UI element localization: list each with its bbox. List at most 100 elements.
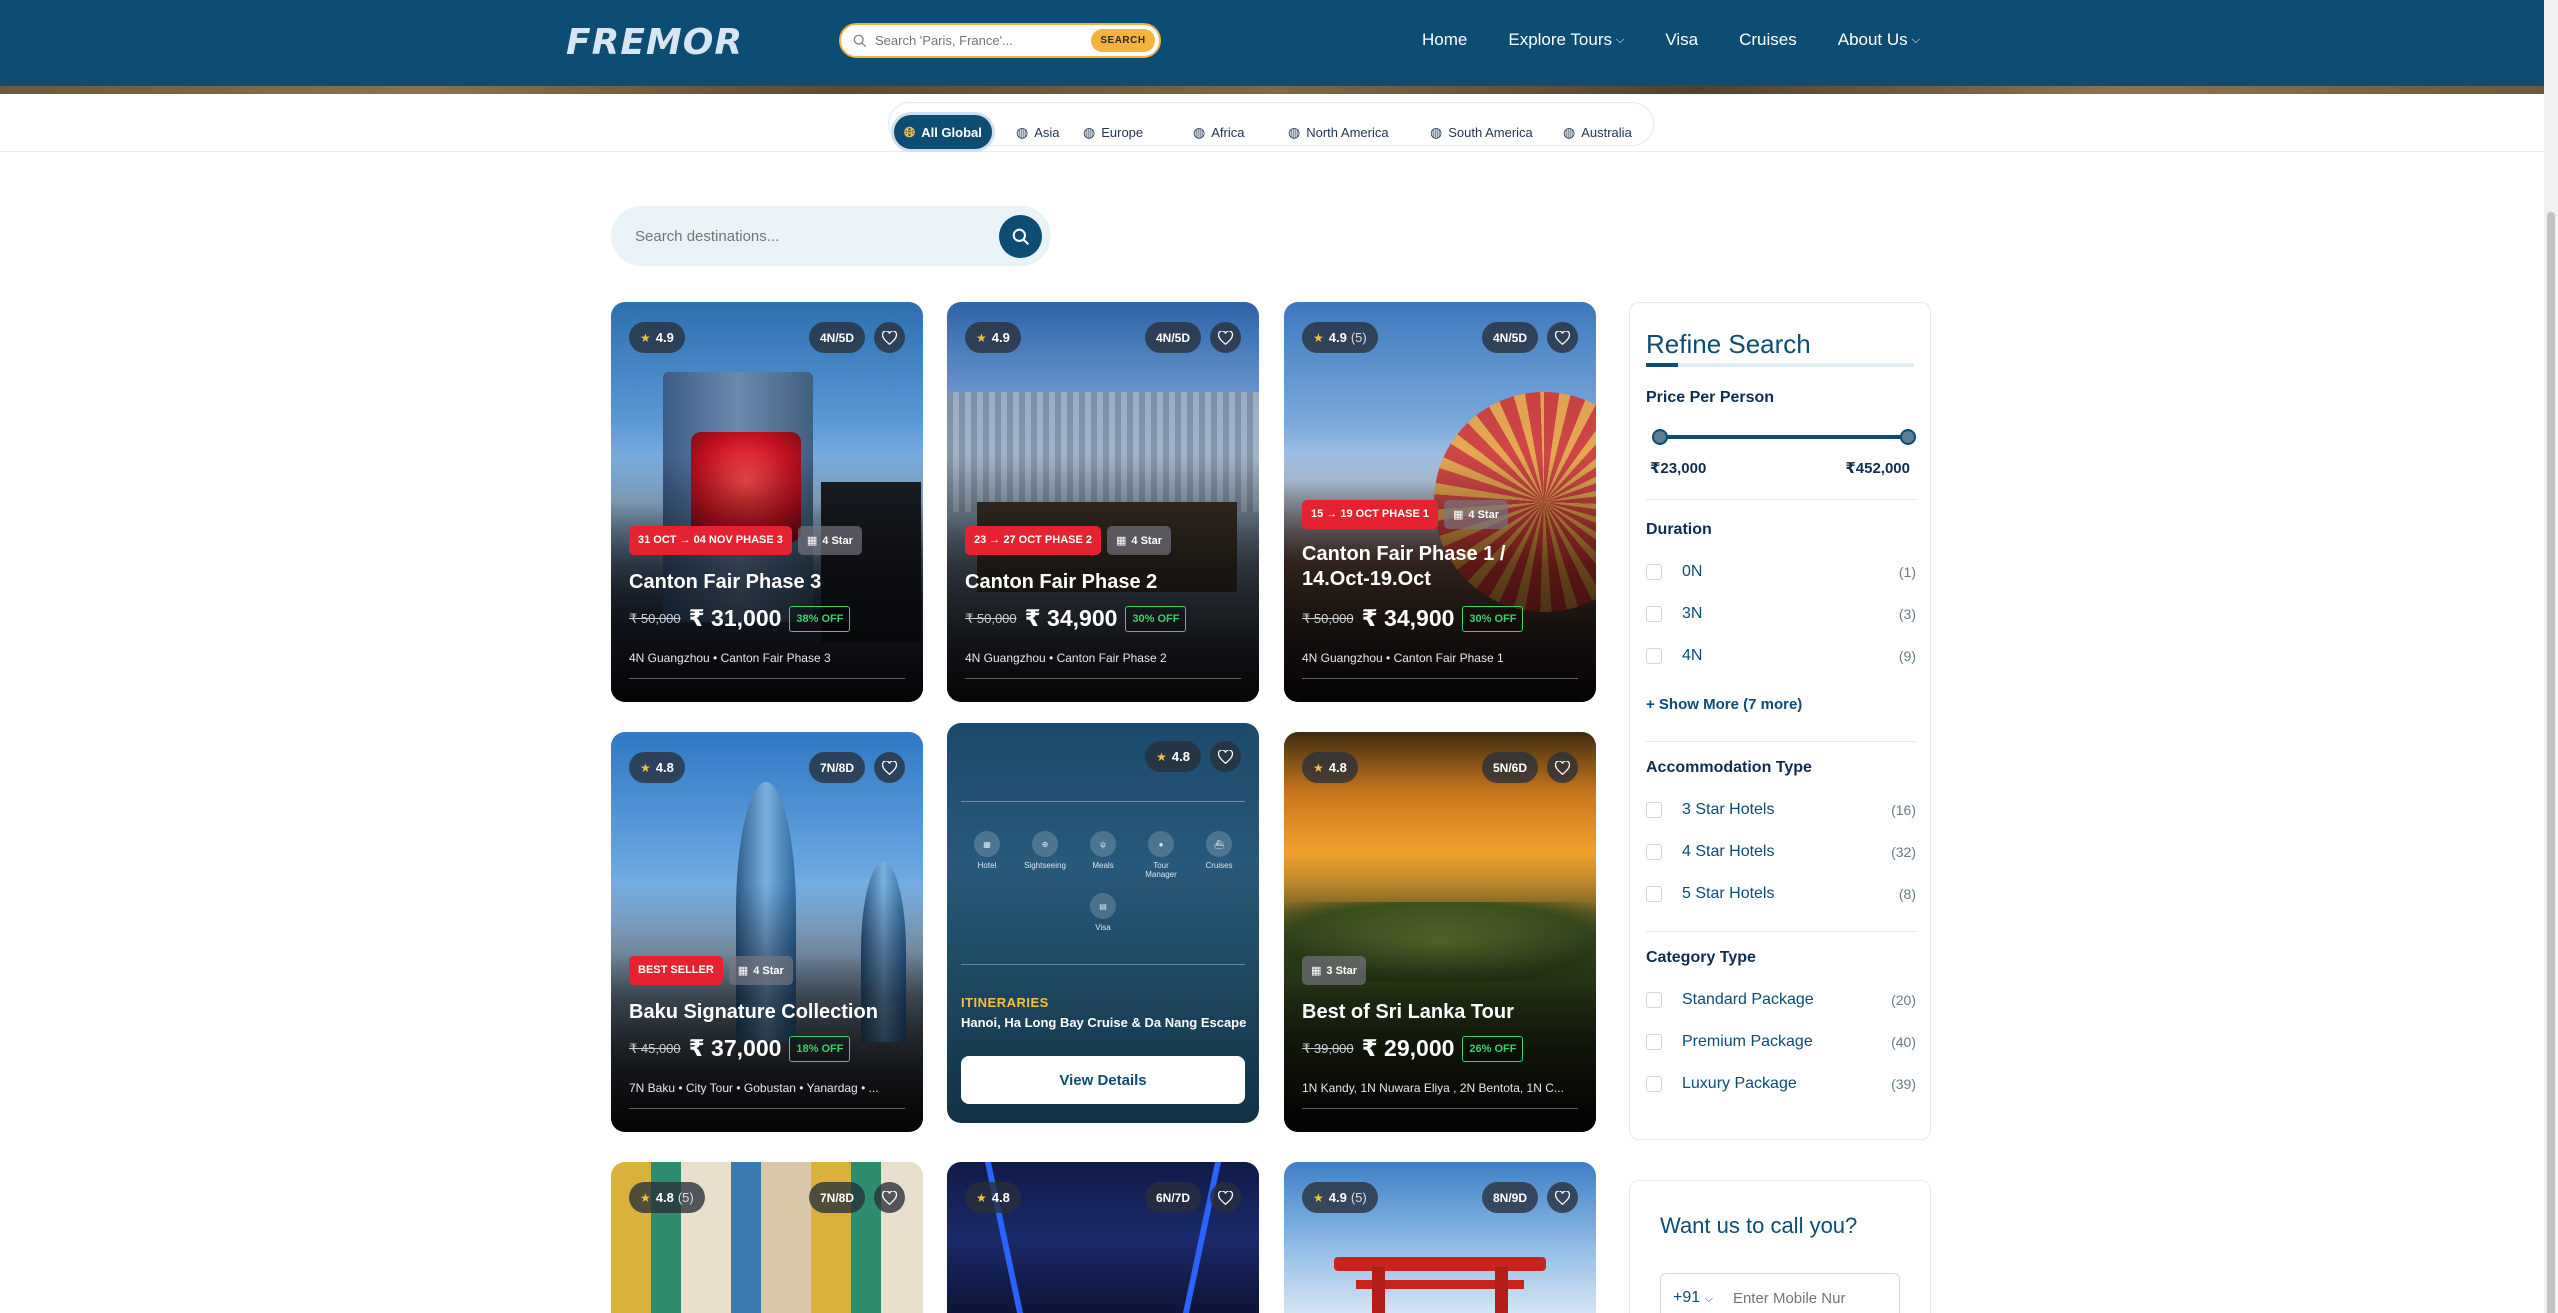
original-price: ₹ 50,000 [629,610,681,626]
site-header: FREMOR SEARCH Home Explore Tours⌵ Visa C… [0,0,2544,88]
accommodation-option[interactable]: 3 Star Hotels (16) [1646,799,1916,821]
tour-card[interactable]: ★ 4.8 5N/6D ▦ 3 Star Best of Sri Lanka Tou… [1284,732,1596,1132]
wishlist-button[interactable] [1547,1182,1578,1213]
duration-option[interactable]: 0N (1) [1646,561,1916,583]
original-price: ₹ 45,000 [629,1040,681,1056]
tab-south-america[interactable]: ◍ South America [1420,115,1543,149]
duration-badge: 7N/8D [808,752,865,783]
sale-price: ₹ 37,000 [688,1035,782,1061]
tour-card[interactable]: ★ 4.8 7N/8D BEST SELLER ▦ 4 Star Baku Sign… [611,732,923,1132]
duration-option[interactable]: 3N (3) [1646,603,1916,625]
heart-icon [882,760,897,775]
tour-route: 4N Guangzhou • Canton Fair Phase 2 [965,651,1167,665]
wishlist-button[interactable] [1210,322,1241,353]
region-tabs: 🌐︎ All Global ◍ Asia ◍ Europe ◍ Africa ◍ Nort… [888,102,1654,149]
refine-title: Refine Search [1646,329,1811,359]
price-max-value: ₹452,000 [1845,460,1910,477]
tab-europe[interactable]: ◍ Europe [1073,115,1153,149]
hotel-badge: ▦ 4 Star [797,526,862,555]
duration-filter-title: Duration [1646,521,1712,538]
header-search-input[interactable] [875,33,1083,48]
tab-all-global[interactable]: 🌐︎ All Global [894,115,992,149]
checkbox[interactable] [1646,648,1662,664]
globe-icon: ◍ [1193,123,1206,140]
duration-badge: 6N/7D [1144,1182,1201,1213]
category-option[interactable]: Luxury Package (39) [1646,1073,1916,1095]
checkbox[interactable] [1646,606,1662,622]
page-scrollbar[interactable] [2544,0,2558,1313]
duration-option[interactable]: 4N (9) [1646,645,1916,667]
price-range-slider[interactable] [1652,429,1916,445]
destination-search [611,206,1051,266]
globe-icon: ◍ [1016,123,1029,140]
tour-card[interactable]: ★ 4.9 (5) 8N/9D [1284,1162,1596,1313]
inclusion-hotel: ▦ Hotel [969,831,1005,879]
checkbox[interactable] [1646,1076,1662,1092]
building-icon: ▦ [1116,535,1127,547]
globe-icon: ◍ [1430,123,1443,140]
destination-search-input[interactable] [635,227,965,245]
hotel-icon: ▦ [974,831,1000,857]
show-more-link[interactable]: + Show More (7 more) [1646,696,1802,713]
rating-badge: ★ 4.8 [965,1182,1021,1213]
destination-search-button[interactable] [999,215,1042,258]
tour-card[interactable]: ★ 4.9 4N/5D 31 OCT → 04 NOV PHASE 3 ▦ 4 St… [611,302,923,702]
tour-card[interactable]: ★ 4.8 (5) 7N/8D [611,1162,923,1313]
heart-icon [1218,749,1233,764]
tour-card[interactable]: ★ 4.9 (5) 4N/5D 15 → 19 OCT PHASE 1 ▦ 4 Sta… [1284,302,1596,702]
scrollbar-thumb[interactable] [2547,212,2555,1313]
sale-price: ₹ 29,000 [1361,1035,1455,1061]
wishlist-button[interactable] [874,1182,905,1213]
mobile-number-input[interactable] [1732,1289,1883,1307]
checkbox[interactable] [1646,886,1662,902]
category-option[interactable]: Premium Package (40) [1646,1031,1916,1053]
wishlist-button[interactable] [1547,752,1578,783]
nav-home[interactable]: Home [1422,30,1467,50]
tab-australia[interactable]: ◍ Australia [1553,115,1642,149]
accommodation-option[interactable]: 5 Star Hotels (8) [1646,883,1916,905]
checkbox[interactable] [1646,802,1662,818]
tour-card-itinerary[interactable]: ★ 4.8 ▦ Hotel ⊕ Sightseeing ψ Meals ● Tour Ma… [947,723,1259,1123]
region-filter-bar: 🌐︎ All Global ◍ Asia ◍ Europe ◍ Africa ◍ Nort… [0,94,2544,152]
checkbox[interactable] [1646,564,1662,580]
accommodation-filter-title: Accommodation Type [1646,759,1812,776]
date-badge: 15 → 19 OCT PHASE 1 [1302,500,1438,529]
price-max-handle[interactable] [1900,429,1916,445]
nav-cruises[interactable]: Cruises [1739,30,1797,50]
itinerary-description: Hanoi, Ha Long Bay Cruise & Da Nang Esca… [961,1015,1247,1030]
tour-card[interactable]: ★ 4.8 6N/7D [947,1162,1259,1313]
accommodation-option[interactable]: 4 Star Hotels (32) [1646,841,1916,863]
sale-price: ₹ 34,900 [1024,605,1118,631]
tab-north-america[interactable]: ◍ North America [1278,115,1399,149]
price-min-handle[interactable] [1652,429,1668,445]
building-icon: ▦ [737,965,749,977]
checkbox[interactable] [1646,992,1662,1008]
nav-visa[interactable]: Visa [1665,30,1698,50]
tour-card[interactable]: ★ 4.9 4N/5D 23 → 27 OCT PHASE 2 ▦ 4 Star C… [947,302,1259,702]
wishlist-button[interactable] [1547,322,1578,353]
wishlist-button[interactable] [1210,741,1241,772]
search-icon [1012,228,1029,245]
rating-badge: ★ 4.9 [965,322,1021,353]
tab-asia[interactable]: ◍ Asia [1006,115,1070,149]
view-details-button[interactable]: View Details [961,1056,1245,1104]
header-search-button[interactable]: SEARCH [1091,29,1155,52]
rating-badge: ★ 4.8 [1302,752,1358,783]
country-code-select[interactable]: +91 ⌵ [1673,1289,1713,1307]
site-logo[interactable]: FREMOR [566,22,743,63]
sale-price: ₹ 31,000 [688,605,782,631]
nav-about-us[interactable]: About Us ⌵ [1838,30,1920,50]
star-icon: ★ [1313,760,1324,775]
wishlist-button[interactable] [1210,1182,1241,1213]
tab-africa[interactable]: ◍ Africa [1183,115,1254,149]
category-option[interactable]: Standard Package (20) [1646,989,1916,1011]
wishlist-button[interactable] [874,752,905,783]
heart-icon [1555,1190,1570,1205]
search-icon [853,34,867,47]
nav-explore-tours[interactable]: Explore Tours ⌵ [1508,30,1624,50]
tour-title: Canton Fair Phase 2 [965,571,1158,593]
checkbox[interactable] [1646,1034,1662,1050]
discount-badge: 18% OFF [789,1035,851,1062]
wishlist-button[interactable] [874,322,905,353]
checkbox[interactable] [1646,844,1662,860]
